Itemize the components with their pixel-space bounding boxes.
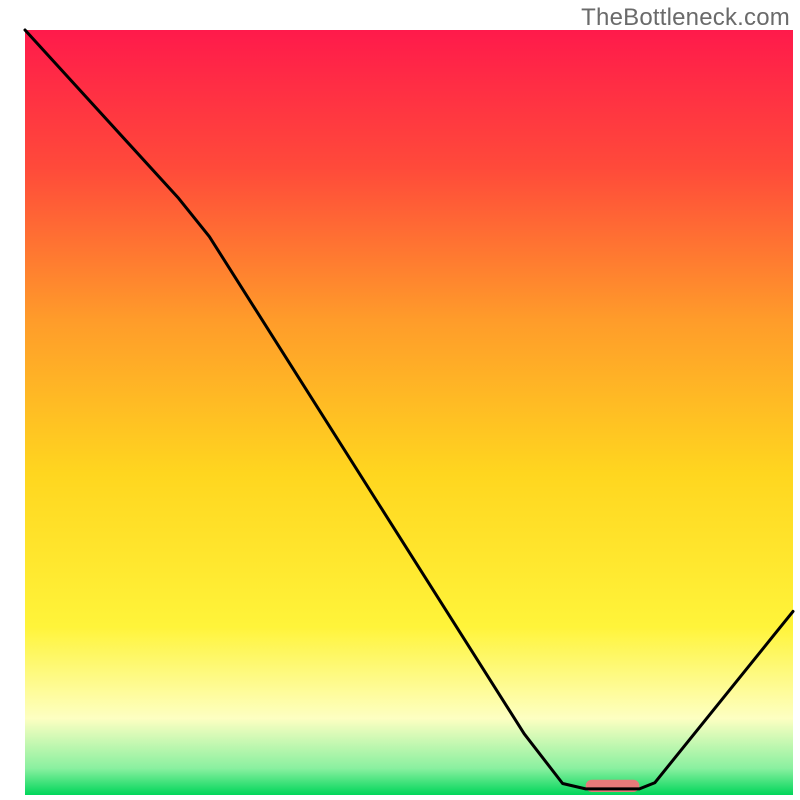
plot-background [25, 30, 793, 795]
watermark-text: TheBottleneck.com [581, 4, 790, 32]
chart-container: TheBottleneck.com [0, 0, 800, 800]
chart-svg [0, 0, 800, 800]
